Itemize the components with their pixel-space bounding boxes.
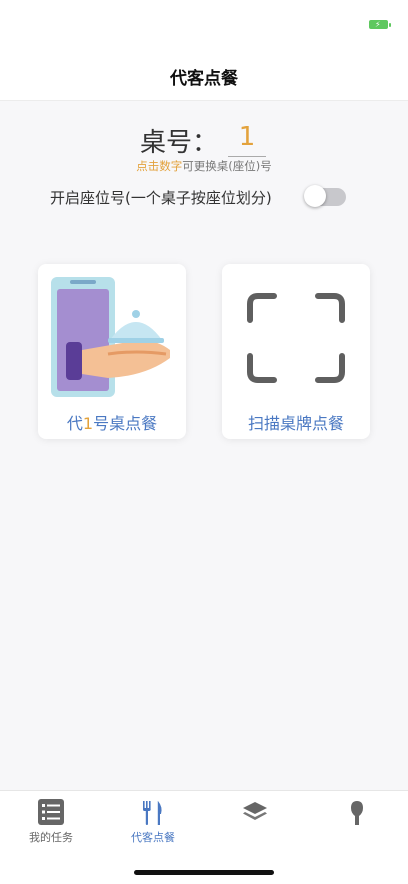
waiter-phone-icon [51,277,170,397]
tab-pin[interactable] [306,791,408,851]
tab-label: 我的任务 [29,831,73,844]
seat-toggle-label: 开启座位号(一个桌子按座位划分) [50,189,272,207]
scan-order-label: 扫描桌牌点餐 [247,414,344,433]
tab-my-tasks[interactable]: 我的任务 [0,791,102,851]
table-number-row: 桌号： 1 [0,122,408,158]
scan-frame-icon [247,293,345,383]
fork-knife-icon [143,801,162,825]
battery-charging-icon: ⚡ [369,20,391,29]
pin-icon [351,801,363,825]
table-number-hint: 点击数字可更换桌(座位)号 [0,158,408,174]
tab-layers[interactable] [204,791,306,851]
nav-bar: 代客点餐 [0,50,408,101]
layers-icon [243,802,267,820]
proxy-order-suffix: 号桌点餐 [93,414,158,433]
page-title: 代客点餐 [170,69,238,89]
proxy-order-card[interactable]: 代1号桌点餐 [38,264,186,439]
hint-text: 可更换桌(座位)号 [182,159,272,173]
seat-toggle-switch[interactable] [304,185,346,207]
table-number-value[interactable]: 1 [228,122,266,157]
hint-highlight: 点击数字 [136,159,183,173]
toggle-knob [304,185,326,207]
proxy-order-table-number: 1 [82,414,94,433]
home-indicator [134,870,274,875]
tab-label: 代客点餐 [131,831,175,844]
table-number-label: 桌号： [140,128,219,158]
proxy-order-label: 代1号桌点餐 [38,410,186,434]
tab-proxy-order[interactable]: 代客点餐 [102,791,204,851]
status-bar: ⚡ [0,0,408,50]
task-list-icon [38,799,64,825]
scan-order-card[interactable]: 扫描桌牌点餐 [222,264,370,439]
proxy-order-prefix: 代 [66,414,83,433]
